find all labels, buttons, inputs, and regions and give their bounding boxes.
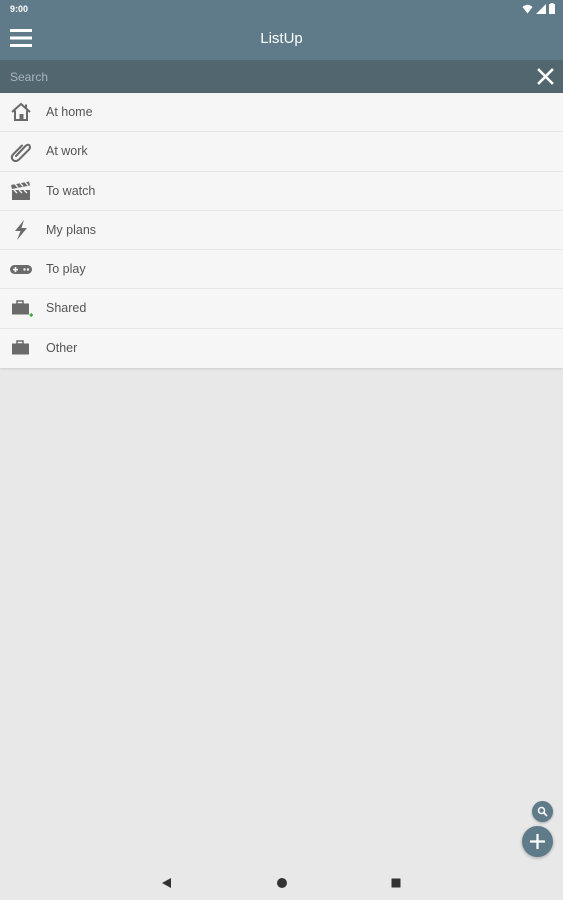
status-bar: 9:00	[0, 0, 563, 18]
search-fab[interactable]	[532, 801, 553, 822]
list-item-at-work[interactable]: At work	[0, 132, 563, 172]
app-bar: ListUp	[0, 18, 563, 60]
lightning-icon	[15, 219, 27, 240]
list-item-other[interactable]: Other	[0, 329, 563, 368]
search-input[interactable]	[0, 60, 520, 93]
wifi-icon	[522, 4, 533, 13]
system-icons	[522, 3, 555, 14]
navigation-bar	[0, 866, 563, 900]
list-item-shared[interactable]: Shared	[0, 289, 563, 329]
recents-icon	[391, 878, 401, 888]
clear-search-button[interactable]	[537, 68, 554, 85]
list-item-my-plans[interactable]: My plans	[0, 211, 563, 251]
list-item-to-play[interactable]: To play	[0, 250, 563, 290]
list-item-label: My plans	[46, 222, 97, 237]
plus-icon	[530, 834, 545, 849]
list-item-label: To watch	[46, 183, 96, 198]
list-item-label: At work	[46, 144, 88, 159]
list-item-label: Other	[46, 340, 78, 355]
list-item-at-home[interactable]: At home	[0, 93, 563, 133]
battery-icon	[549, 3, 555, 14]
lists-list: At home At work To watch My plans To pla…	[0, 93, 563, 369]
home-icon	[277, 878, 287, 888]
list-item-label: Shared	[46, 301, 87, 316]
back-icon	[162, 878, 171, 888]
list-item-label: At home	[46, 105, 93, 119]
paperclip-icon	[10, 144, 31, 163]
search-icon	[537, 806, 548, 817]
list-item-label: To play	[46, 262, 86, 277]
gamepad-icon	[10, 265, 32, 275]
recents-button[interactable]	[389, 876, 403, 890]
list-item-to-watch[interactable]: To watch	[0, 172, 563, 211]
briefcase-icon	[12, 340, 29, 355]
back-button[interactable]	[160, 876, 174, 890]
search-bar	[0, 60, 563, 93]
house-icon	[11, 102, 31, 121]
clapperboard-icon	[11, 180, 30, 200]
app-title: ListUp	[260, 30, 303, 47]
home-button[interactable]	[275, 876, 289, 890]
shared-folder-icon	[12, 300, 33, 318]
close-icon	[537, 68, 554, 85]
status-time: 9:00	[10, 4, 29, 14]
add-list-fab[interactable]	[522, 826, 553, 857]
signal-icon	[536, 3, 546, 14]
